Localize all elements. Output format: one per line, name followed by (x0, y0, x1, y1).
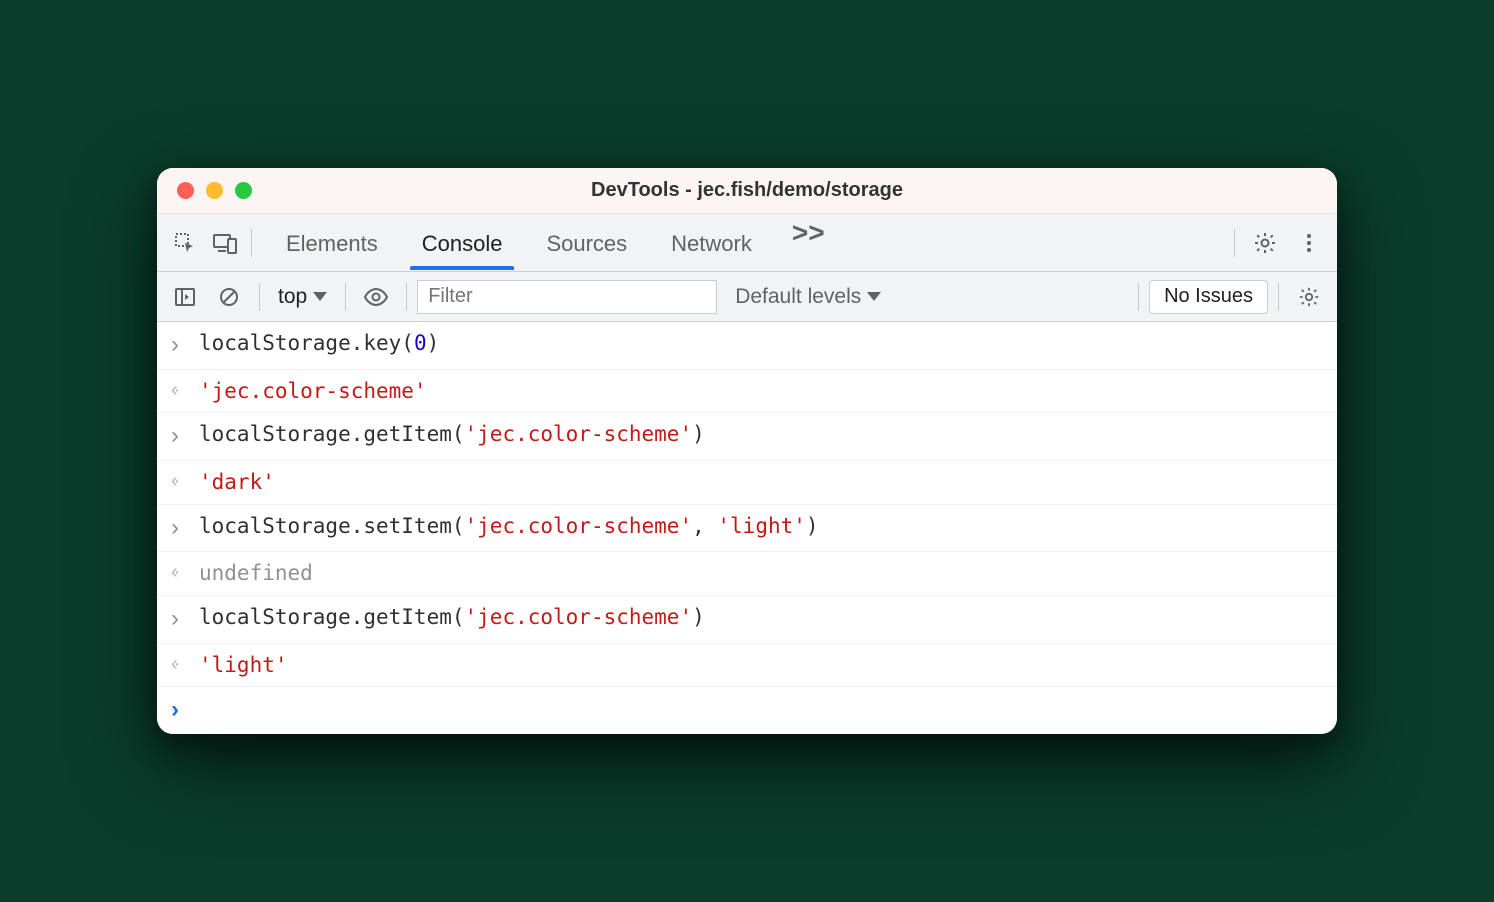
execution-context-select[interactable]: top (270, 281, 335, 313)
console-code: 'dark' (199, 467, 275, 497)
log-levels-select[interactable]: Default levels (721, 285, 895, 309)
divider (345, 283, 346, 311)
console-row: ‹·undefined (157, 552, 1337, 595)
console-toolbar: top Default levels No Issues (157, 272, 1337, 322)
divider (1138, 283, 1139, 311)
settings-icon[interactable] (1245, 223, 1285, 263)
console-code: localStorage.setItem('jec.color-scheme',… (199, 511, 819, 541)
filter-input[interactable] (417, 280, 717, 314)
console-row: ›localStorage.getItem('jec.color-scheme'… (157, 596, 1337, 644)
traffic-lights (157, 182, 252, 199)
titlebar: DevTools - jec.fish/demo/storage (157, 168, 1337, 214)
console-code: localStorage.key(0) (199, 328, 439, 358)
input-chevron-icon: › (171, 602, 199, 637)
output-chevron-icon: ‹· (171, 467, 199, 496)
live-expression-icon[interactable] (356, 277, 396, 317)
maximize-window-button[interactable] (235, 182, 252, 199)
output-chevron-icon: ‹· (171, 650, 199, 679)
console-row: ›localStorage.key(0) (157, 322, 1337, 370)
console-row: ›localStorage.getItem('jec.color-scheme'… (157, 413, 1337, 461)
window-title: DevTools - jec.fish/demo/storage (157, 179, 1337, 202)
issues-button[interactable]: No Issues (1149, 280, 1268, 314)
more-tabs-button[interactable]: >> (778, 217, 839, 269)
console-code: 'jec.color-scheme' (199, 376, 427, 406)
minimize-window-button[interactable] (206, 182, 223, 199)
tab-network[interactable]: Network (653, 217, 770, 269)
console-row: ›localStorage.setItem('jec.color-scheme'… (157, 505, 1337, 553)
input-chevron-icon: › (171, 328, 199, 363)
inspect-element-icon[interactable] (165, 223, 205, 263)
divider (259, 283, 260, 311)
console-row: ‹·'jec.color-scheme' (157, 370, 1337, 413)
tab-sources[interactable]: Sources (528, 217, 645, 269)
levels-label: Default levels (735, 285, 861, 309)
device-toolbar-icon[interactable] (205, 223, 245, 263)
tab-elements[interactable]: Elements (268, 217, 396, 269)
context-label: top (278, 285, 307, 309)
console-row: ‹·'dark' (157, 461, 1337, 504)
kebab-menu-icon[interactable] (1289, 223, 1329, 263)
console-code: 'light' (199, 650, 288, 680)
tabstrip: Elements Console Sources Network >> (157, 214, 1337, 272)
input-chevron-icon: › (171, 511, 199, 546)
console-code: localStorage.getItem('jec.color-scheme') (199, 419, 705, 449)
close-window-button[interactable] (177, 182, 194, 199)
devtools-window: DevTools - jec.fish/demo/storage Element… (157, 168, 1337, 734)
console-row: › (157, 687, 1337, 734)
clear-console-icon[interactable] (209, 277, 249, 317)
divider (1234, 229, 1235, 257)
divider (251, 229, 252, 257)
prompt-chevron-icon: › (171, 693, 199, 728)
console-code: localStorage.getItem('jec.color-scheme') (199, 602, 705, 632)
input-chevron-icon: › (171, 419, 199, 454)
divider (406, 283, 407, 311)
output-chevron-icon: ‹· (171, 376, 199, 405)
console-output[interactable]: ›localStorage.key(0)‹·'jec.color-scheme'… (157, 322, 1337, 734)
console-row: ‹·'light' (157, 644, 1337, 687)
toggle-sidebar-icon[interactable] (165, 277, 205, 317)
tab-console[interactable]: Console (404, 217, 521, 269)
chevron-down-icon (313, 292, 327, 301)
output-chevron-icon: ‹· (171, 558, 199, 587)
chevron-down-icon (867, 292, 881, 301)
console-settings-icon[interactable] (1289, 277, 1329, 317)
divider (1278, 283, 1279, 311)
issues-label: No Issues (1164, 285, 1253, 308)
panel-tabs: Elements Console Sources Network >> (268, 217, 1228, 269)
console-code: undefined (199, 558, 313, 588)
